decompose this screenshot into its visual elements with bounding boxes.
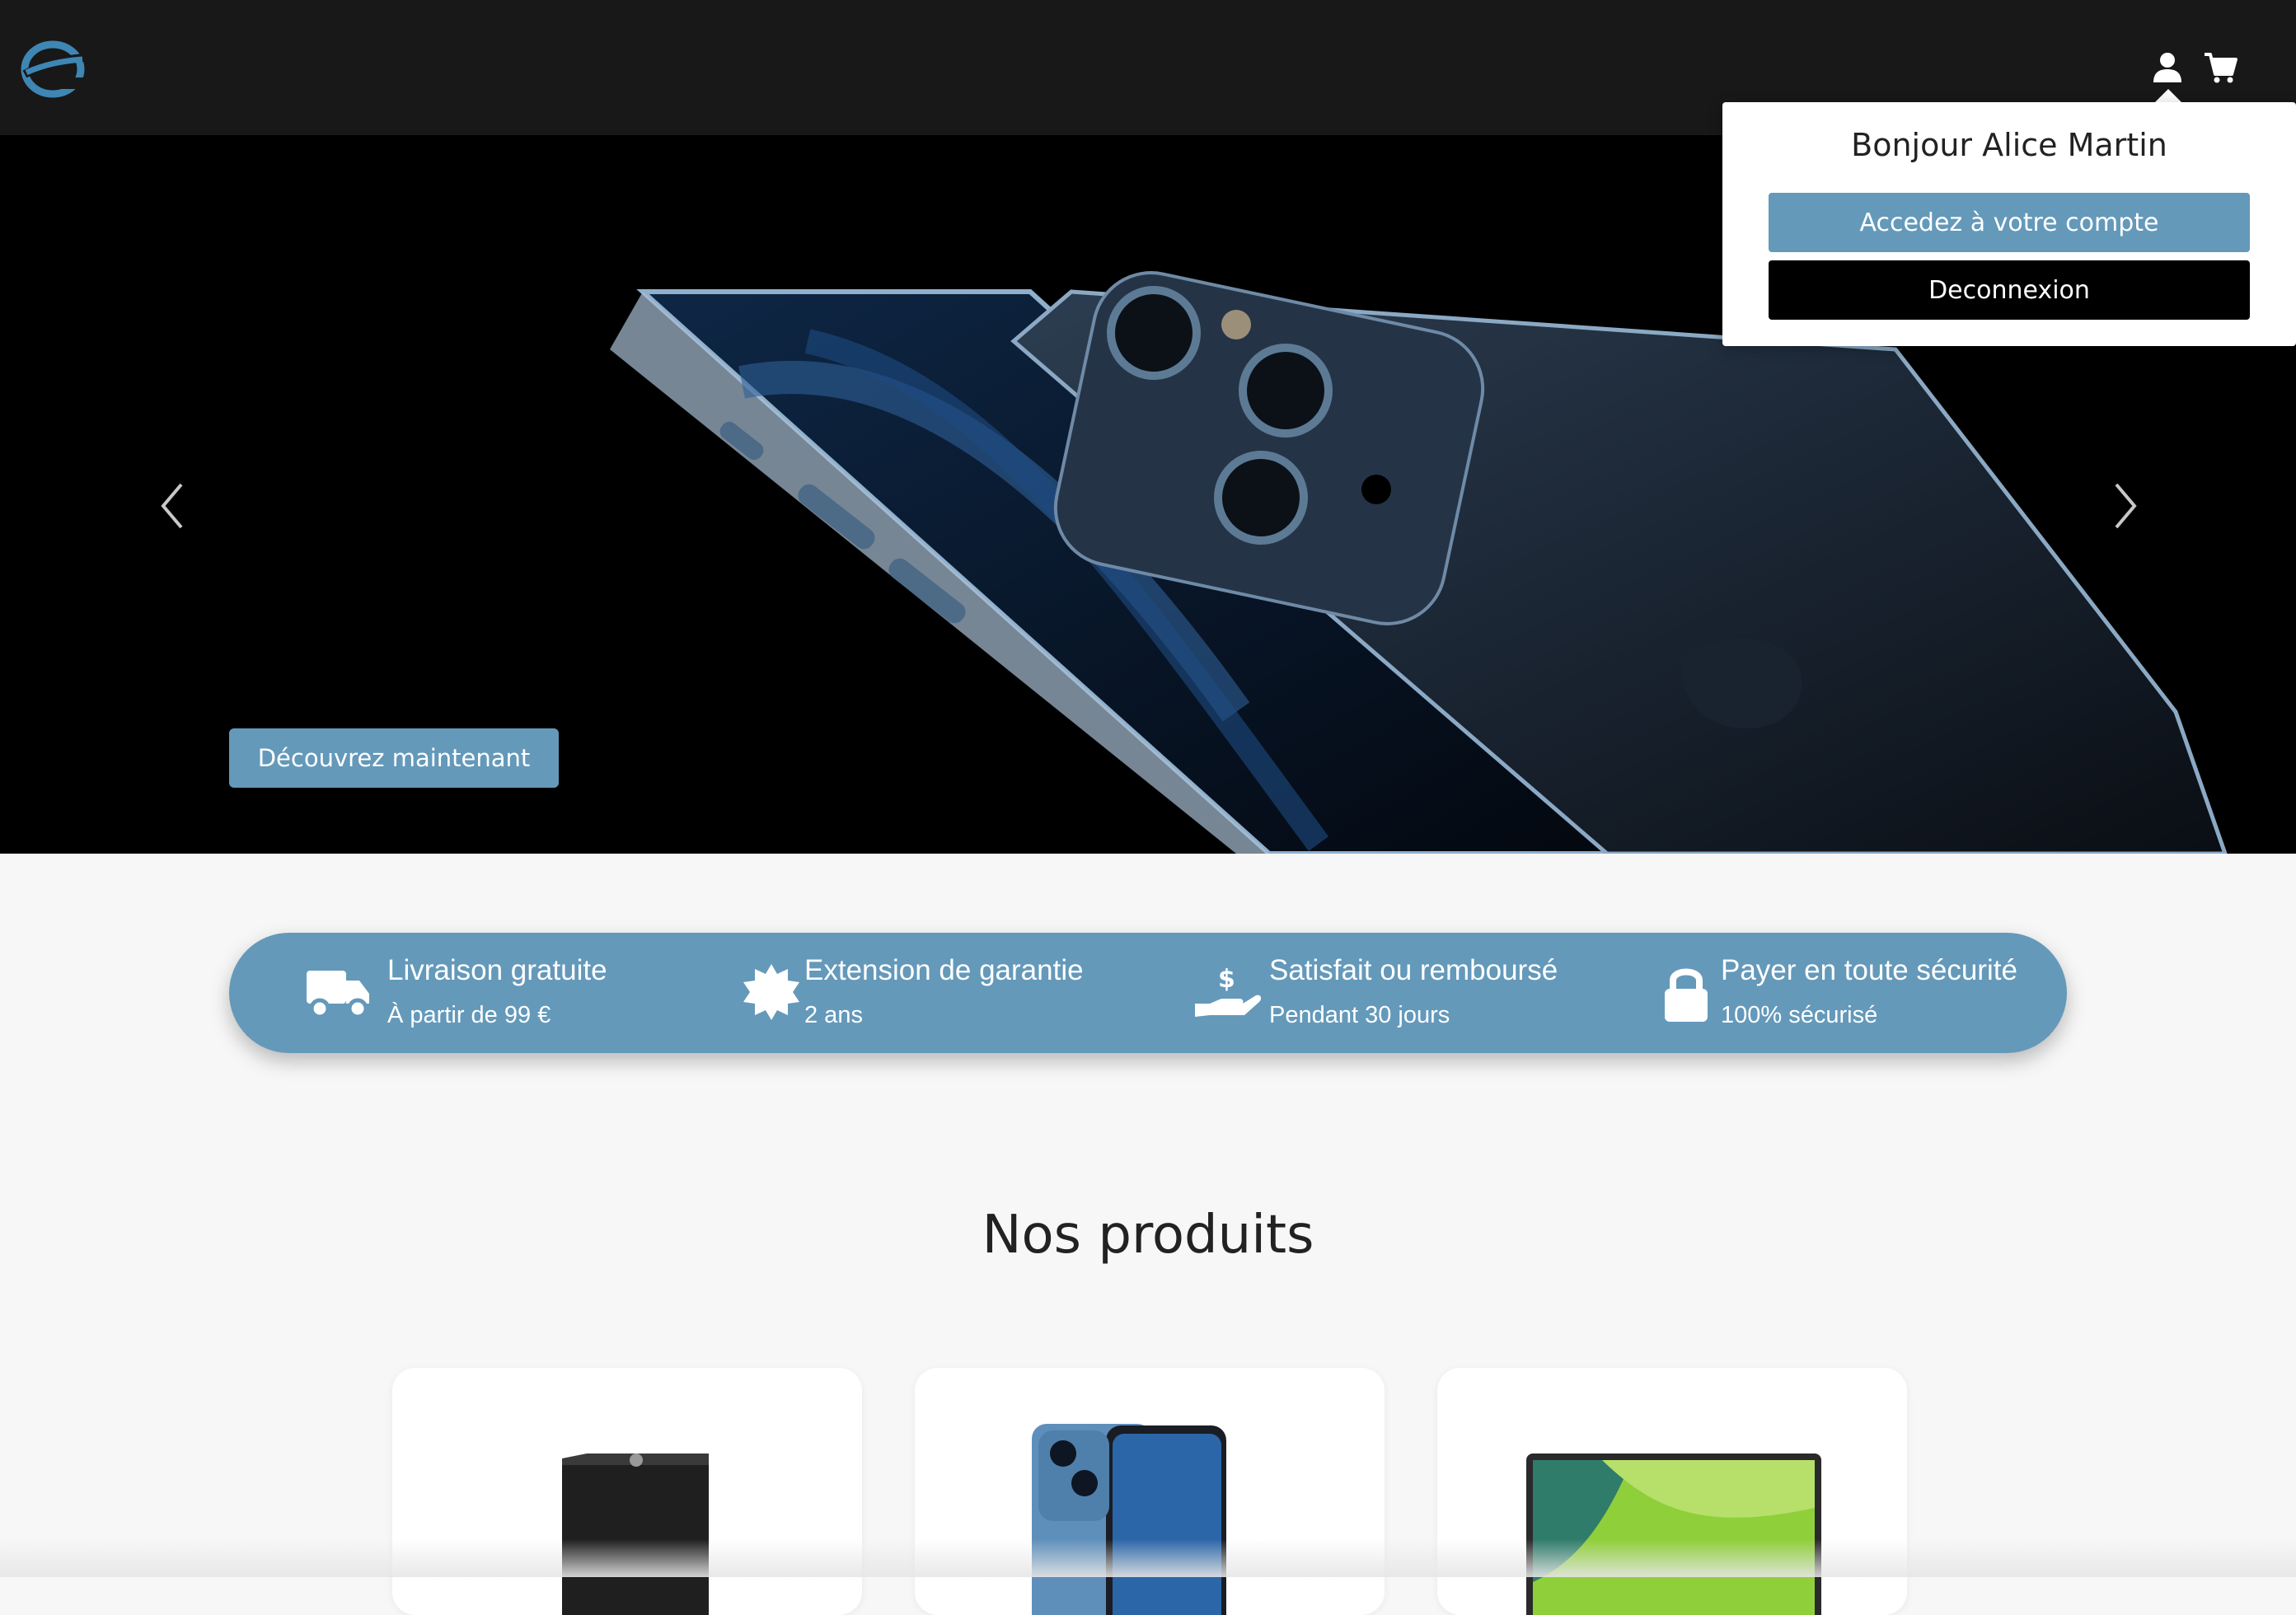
cart-icon[interactable] [2202, 49, 2238, 86]
account-button[interactable]: Accedez à votre compte [1769, 193, 2250, 252]
lock-icon [1665, 968, 1708, 1022]
account-greeting: Bonjour Alice Martin [1851, 127, 2167, 163]
feature-subtitle: Pendant 30 jours [1269, 1002, 1450, 1028]
product-card[interactable] [1437, 1368, 1907, 1615]
feature-title: Payer en toute sécurité [1721, 954, 2017, 986]
console-image [562, 1454, 709, 1615]
products-section-title: Nos produits [982, 1205, 1314, 1266]
e-logo-icon[interactable] [18, 36, 87, 99]
feature-title: Livraison gratuite [387, 954, 607, 986]
account-dropdown: Bonjour Alice Martin Accedez à votre com… [1722, 102, 2296, 346]
money-hand-icon: $ [1195, 965, 1262, 1017]
feature-subtitle: 100% sécurisé [1721, 1002, 1878, 1028]
bottom-fade [0, 1539, 2296, 1577]
logout-button[interactable]: Deconnexion [1769, 260, 2250, 320]
svg-text:$: $ [1218, 965, 1235, 994]
laptop-image [1526, 1454, 1821, 1615]
feature-title: Extension de garantie [804, 954, 1084, 986]
chevron-left-icon[interactable] [148, 465, 198, 547]
feature-subtitle: 2 ans [804, 1002, 863, 1028]
badge-icon [743, 964, 799, 1020]
truck-icon [307, 971, 369, 1019]
smartphone-image [1032, 1424, 1226, 1615]
product-card[interactable] [392, 1368, 862, 1615]
chevron-right-icon[interactable] [2100, 465, 2149, 547]
product-card[interactable] [915, 1368, 1385, 1615]
features-bar: Livraison gratuite À partir de 99 € Exte… [229, 933, 2067, 1053]
feature-subtitle: À partir de 99 € [387, 1002, 551, 1028]
discover-now-button[interactable]: Découvrez maintenant [229, 728, 559, 788]
user-icon[interactable] [2149, 49, 2186, 86]
feature-title: Satisfait ou remboursé [1269, 954, 1558, 986]
